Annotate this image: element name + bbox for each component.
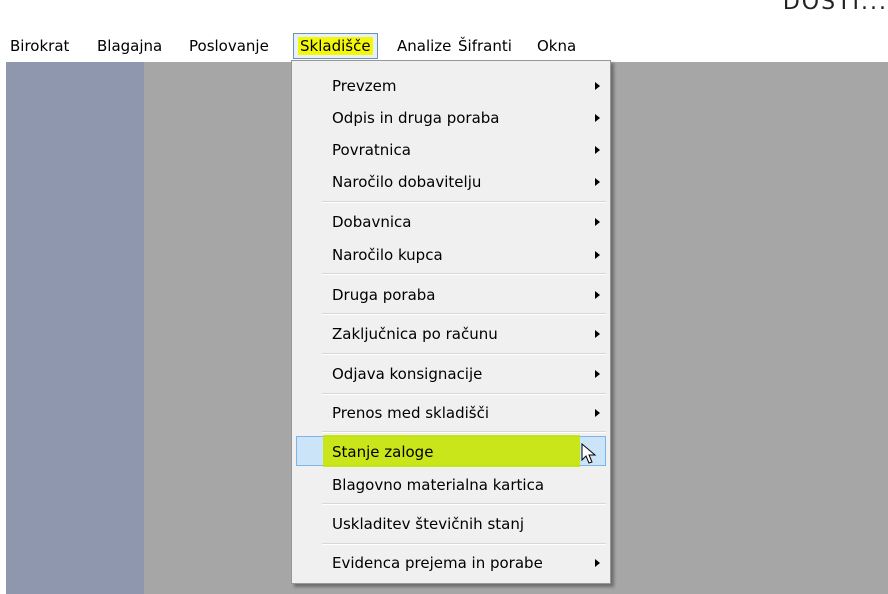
menu-item-odpis[interactable]: Odpis in druga poraba (292, 103, 610, 133)
menu-item-label: Povratnica (332, 141, 411, 159)
menu-separator (322, 273, 606, 275)
menu-separator (322, 353, 606, 355)
menu-item-label: Odpis in druga poraba (332, 109, 500, 127)
submenu-arrow-icon (595, 114, 600, 122)
menu-skladisce-label: Skladišče (298, 37, 373, 55)
submenu-arrow-icon (595, 291, 600, 299)
menu-item-prevzem[interactable]: Prevzem (292, 71, 610, 101)
menu-okna[interactable]: Okna (533, 34, 580, 58)
menu-item-druga-poraba[interactable]: Druga poraba (292, 280, 610, 310)
menu-separator (322, 431, 606, 433)
menu-item-stanje-zaloge[interactable]: Stanje zaloge (296, 435, 606, 467)
menu-item-label: Blagovno materialna kartica (332, 476, 545, 494)
submenu-arrow-icon (595, 409, 600, 417)
menu-item-narocilo-kupca[interactable]: Naročilo kupca (292, 240, 610, 270)
submenu-arrow-icon (595, 330, 600, 338)
submenu-arrow-icon (595, 218, 600, 226)
menu-bar: Birokrat Blagajna Poslovanje Skladišče A… (0, 30, 888, 62)
window-title-fragment: DOSTI... (782, 0, 888, 15)
menu-item-evidenca-prejema[interactable]: Evidenca prejema in porabe (292, 548, 610, 578)
menu-separator (322, 201, 606, 203)
menu-item-label: Naročilo dobavitelju (332, 173, 482, 191)
submenu-arrow-icon (595, 251, 600, 259)
menu-item-dobavnica[interactable]: Dobavnica (292, 207, 610, 237)
menu-item-label: Prevzem (332, 77, 397, 95)
menu-item-povratnica[interactable]: Povratnica (292, 135, 610, 165)
submenu-arrow-icon (595, 82, 600, 90)
menu-item-uskladitev[interactable]: Uskladitev števičnih stanj (292, 509, 610, 539)
menu-item-label: Naročilo kupca (332, 246, 443, 264)
menu-item-zakljucnica[interactable]: Zaključnica po računu (292, 319, 610, 349)
menu-analize[interactable]: Analize (393, 34, 455, 58)
menu-separator (322, 393, 606, 395)
menu-item-blagovno-materialna-kartica[interactable]: Blagovno materialna kartica (292, 470, 610, 500)
menu-separator (322, 503, 606, 505)
menu-item-label: Stanje zaloge (332, 443, 434, 461)
menu-item-prenos-med-skladisci[interactable]: Prenos med skladišči (292, 398, 610, 428)
menu-item-label: Uskladitev števičnih stanj (332, 515, 525, 533)
menu-birokrat[interactable]: Birokrat (6, 34, 73, 58)
menu-item-label: Odjava konsignacije (332, 365, 483, 383)
menu-item-label: Druga poraba (332, 286, 436, 304)
submenu-arrow-icon (595, 370, 600, 378)
menu-item-label: Evidenca prejema in porabe (332, 554, 543, 572)
skladisce-dropdown-menu: Prevzem Odpis in druga poraba Povratnica… (291, 60, 611, 584)
submenu-arrow-icon (595, 178, 600, 186)
menu-skladisce[interactable]: Skladišče (293, 33, 378, 59)
menu-sifranti[interactable]: Šifranti (454, 34, 516, 58)
menu-separator (322, 313, 606, 315)
menu-poslovanje[interactable]: Poslovanje (185, 34, 273, 58)
submenu-arrow-icon (595, 146, 600, 154)
menu-item-label: Prenos med skladišči (332, 404, 490, 422)
menu-item-odjava-konsignacije[interactable]: Odjava konsignacije (292, 359, 610, 389)
menu-item-label: Zaključnica po računu (332, 325, 498, 343)
menu-item-narocilo-dobavitelju[interactable]: Naročilo dobavitelju (292, 167, 610, 197)
mouse-cursor-icon (581, 443, 597, 464)
left-panel (6, 62, 144, 594)
menu-blagajna[interactable]: Blagajna (93, 34, 166, 58)
submenu-arrow-icon (595, 559, 600, 567)
menu-item-label: Dobavnica (332, 213, 412, 231)
menu-separator (322, 543, 606, 545)
